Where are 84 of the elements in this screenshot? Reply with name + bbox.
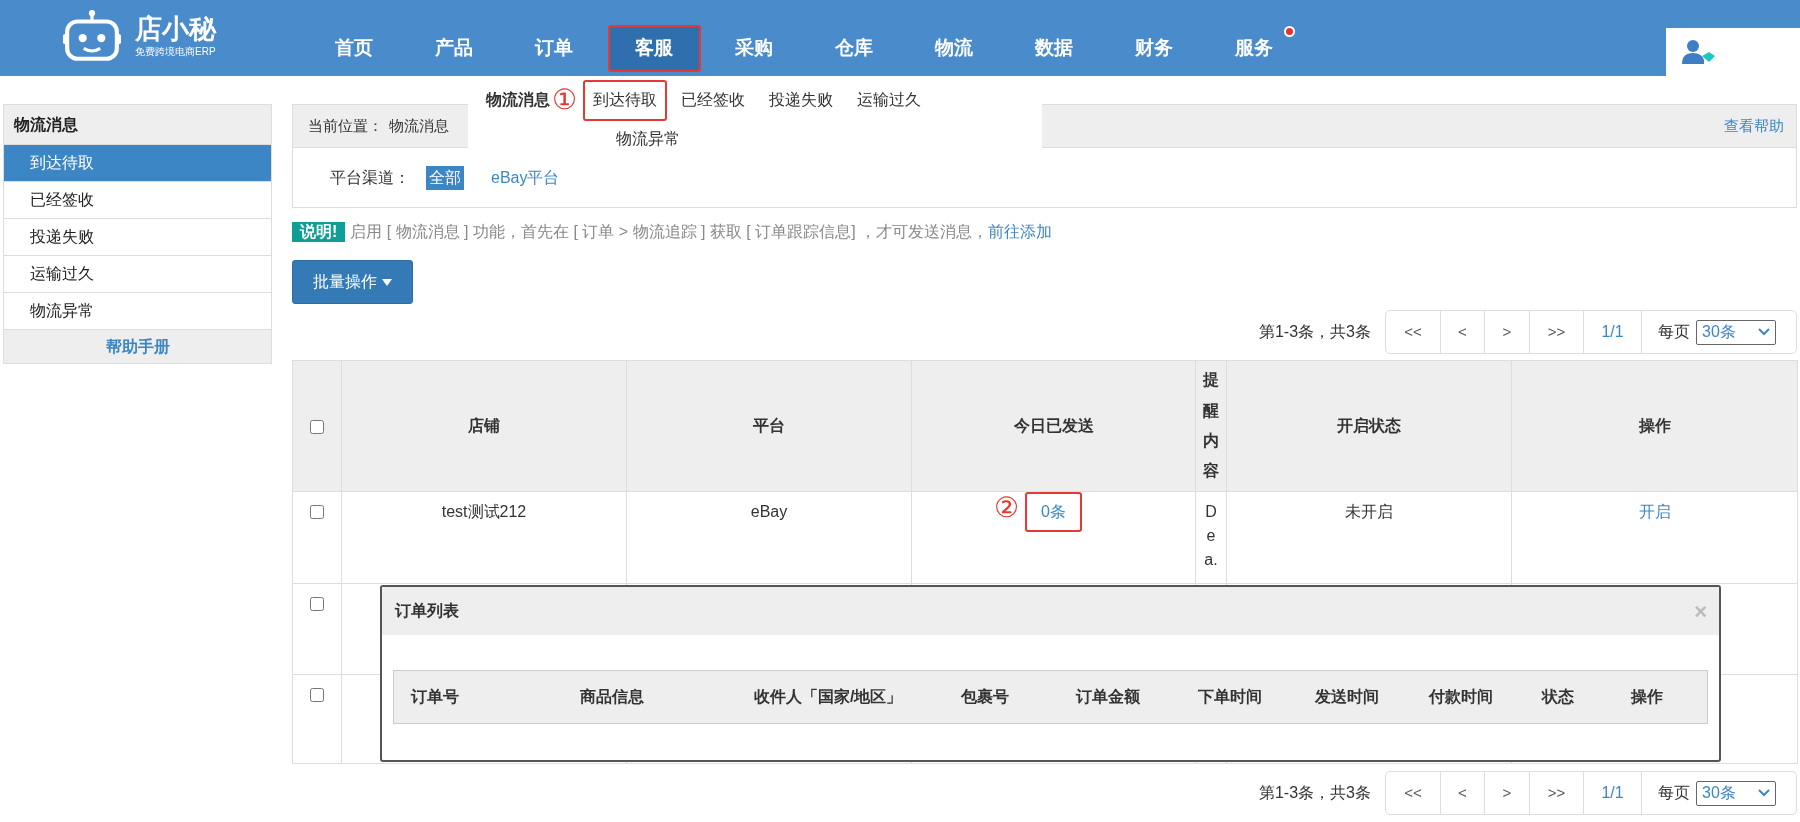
robot-logo-icon	[63, 9, 121, 63]
column-header: 状态	[1542, 688, 1574, 705]
nav-tab[interactable]: 首页	[307, 25, 401, 72]
menu-heading: 物流消息	[486, 90, 550, 110]
user-icon	[1680, 38, 1716, 66]
nav-tab[interactable]: 仓库	[807, 25, 901, 72]
column-header: 包裹号	[961, 688, 1009, 705]
menu-item[interactable]: 运输过久	[847, 79, 931, 121]
table-cell: test测试212	[441, 503, 527, 520]
column-header: 操作	[1638, 417, 1671, 434]
table-cell: eBay	[750, 503, 788, 520]
sidebar-item[interactable]: 到达待取	[4, 145, 271, 182]
per-page-label: 每页	[1658, 783, 1690, 803]
column-header: 订单号	[411, 688, 459, 705]
page-button[interactable]: >	[1485, 772, 1530, 814]
column-header: 今日已发送	[1013, 417, 1094, 434]
chevron-down-icon	[1758, 328, 1770, 336]
sidebar-item[interactable]: 已经签收	[4, 182, 271, 219]
dialog-title: 订单列表	[395, 601, 459, 621]
checkbox[interactable]	[310, 419, 324, 434]
checkbox[interactable]	[310, 688, 324, 702]
page-indicator[interactable]: 1/1	[1584, 772, 1642, 814]
help-manual-link[interactable]: 帮助手册	[4, 330, 271, 363]
page-button[interactable]: <<	[1386, 311, 1441, 353]
enable-link[interactable]: 开启	[1638, 503, 1671, 520]
per-page-label: 每页	[1658, 322, 1690, 342]
platform-option[interactable]: 全部	[426, 165, 464, 190]
column-header: 下单时间	[1198, 688, 1262, 705]
nav-tab[interactable]: 财务	[1107, 25, 1201, 72]
breadcrumb-path: 物流消息	[389, 115, 449, 136]
column-header: 收件人「国家/地区」	[754, 688, 903, 705]
column-header: 平台	[753, 417, 785, 434]
notice-badge: 说明!	[292, 222, 346, 242]
nav-tab[interactable]: 客服	[607, 25, 701, 72]
checkbox[interactable]	[310, 597, 324, 611]
column-header: 操作	[1631, 688, 1663, 705]
filter-label: 平台渠道：	[330, 167, 410, 188]
column-header: 开启状态	[1337, 417, 1401, 434]
chevron-down-icon	[1758, 789, 1770, 797]
logo-tagline: 免费跨境电商ERP	[135, 46, 216, 57]
page-button[interactable]: <	[1441, 772, 1485, 814]
table-cell-text: Dea.	[1203, 502, 1219, 570]
column-header: 商品信息	[580, 688, 644, 705]
caret-icon	[382, 278, 392, 286]
menu-item[interactable]: 投递失败	[759, 79, 843, 121]
nav-tab[interactable]: 采购	[707, 25, 801, 72]
per-page-select[interactable]: 30条	[1696, 319, 1776, 345]
annotation-marker: ①	[552, 83, 577, 117]
menu-item[interactable]: 已经签收	[671, 79, 755, 121]
page-button[interactable]: >>	[1530, 772, 1584, 814]
nav-tab[interactable]: 订单	[507, 25, 601, 72]
sidebar-title: 物流消息	[4, 105, 271, 145]
nav-tab[interactable]: 物流	[907, 25, 1001, 72]
sidebar-item[interactable]: 运输过久	[4, 256, 271, 293]
help-link[interactable]: 查看帮助	[1724, 114, 1784, 138]
platform-option[interactable]: eBay平台	[488, 165, 563, 190]
page-button[interactable]: >	[1485, 311, 1530, 353]
menu-item[interactable]: 到达待取	[583, 79, 667, 121]
sidebar-item[interactable]: 投递失败	[4, 219, 271, 256]
logo-name: 店小秘	[135, 15, 216, 43]
checkbox[interactable]	[310, 505, 324, 519]
per-page-select[interactable]: 30条	[1696, 780, 1776, 806]
table-cell: 未开启	[1345, 503, 1393, 520]
page-button[interactable]: <	[1441, 311, 1485, 353]
page-indicator[interactable]: 1/1	[1584, 311, 1642, 353]
column-header: 店铺	[468, 417, 500, 434]
nav-tab[interactable]: 服务	[1207, 25, 1301, 72]
bulk-action-button[interactable]: 批量操作	[292, 260, 413, 304]
page-button[interactable]: <<	[1386, 772, 1441, 814]
breadcrumb-label: 当前位置：	[308, 115, 383, 136]
column-header: 付款时间	[1429, 688, 1493, 705]
menu-item[interactable]: 物流异常	[606, 118, 690, 159]
annotation-marker: ②	[994, 491, 1020, 525]
nav-tab[interactable]: 产品	[407, 25, 501, 72]
add-link[interactable]: 前往添加	[988, 223, 1053, 240]
page-button[interactable]: >>	[1530, 311, 1584, 353]
column-header: 订单金额	[1076, 688, 1140, 705]
column-header: 提醒内容	[1203, 370, 1219, 482]
record-summary: 第1-3条，共3条	[1258, 783, 1371, 803]
record-summary: 第1-3条，共3条	[1258, 322, 1371, 342]
sent-count-link[interactable]: 0条	[1025, 492, 1082, 532]
notice-text: 启用 [ 物流消息 ] 功能，首先在 [ 订单 > 物流追踪 ] 获取 [ 订单跟踪信息] ，才可发送消息，前往添加	[350, 222, 1053, 242]
column-header: 发送时间	[1315, 688, 1379, 705]
nav-tab[interactable]: 数据	[1007, 25, 1101, 72]
